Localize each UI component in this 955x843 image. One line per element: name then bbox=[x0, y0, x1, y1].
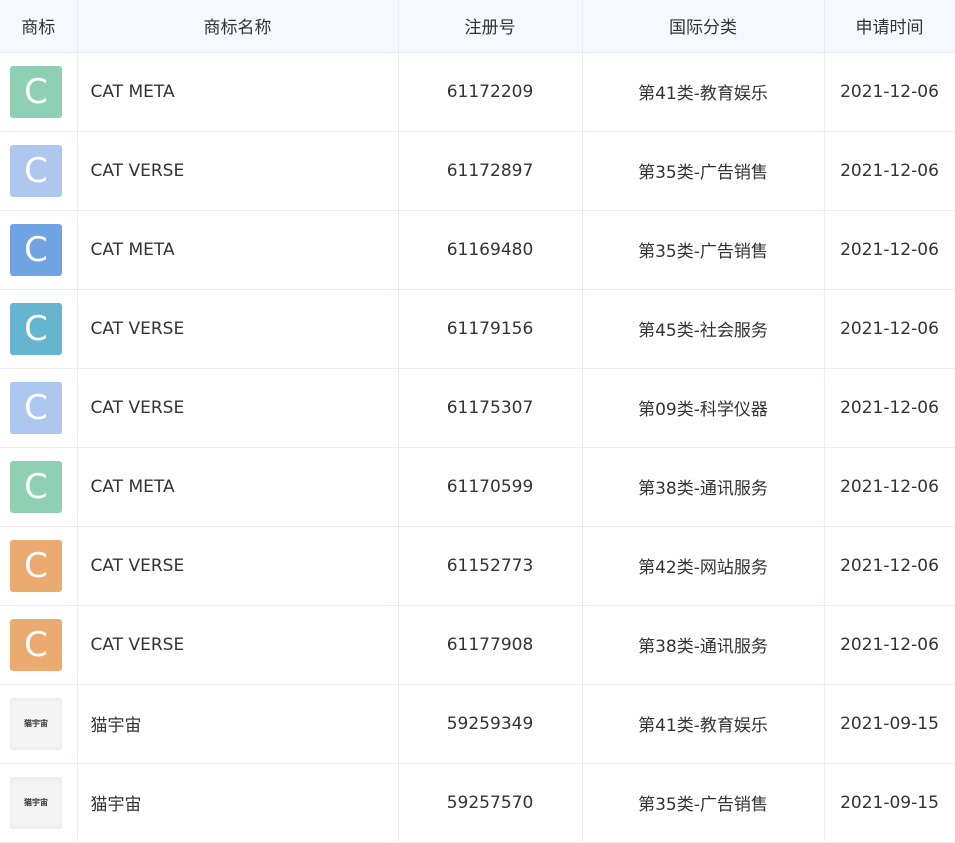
trademark-logo-icon[interactable]: C bbox=[10, 460, 62, 513]
logo-cell: 猫宇宙 bbox=[0, 763, 78, 843]
international-class: 第35类-广告销售 bbox=[582, 131, 825, 211]
trademark-name: CAT VERSE bbox=[77, 526, 399, 606]
application-date: 2021-12-06 bbox=[824, 605, 955, 685]
trademark-logo-icon[interactable]: C bbox=[10, 144, 62, 197]
table-body: C CAT META 61172209 第41类-教育娱乐 2021-12-06 C CAT… bbox=[0, 52, 955, 843]
international-class: 第42类-网站服务 bbox=[582, 526, 825, 606]
trademark-logo-icon[interactable]: C bbox=[10, 65, 62, 118]
logo-cell: C bbox=[0, 210, 78, 290]
application-date: 2021-12-06 bbox=[824, 210, 955, 290]
international-class: 第35类-广告销售 bbox=[582, 763, 825, 843]
registration-number: 61152773 bbox=[398, 526, 583, 606]
registration-number: 61172897 bbox=[398, 131, 583, 211]
table-row[interactable]: C CAT VERSE 61152773 第42类-网站服务 2021-12-06 bbox=[0, 526, 955, 606]
registration-number: 61170599 bbox=[398, 447, 583, 527]
table-row[interactable]: C CAT VERSE 61177908 第38类-通讯服务 2021-12-06 bbox=[0, 605, 955, 685]
international-class: 第38类-通讯服务 bbox=[582, 605, 825, 685]
registration-number: 61179156 bbox=[398, 289, 583, 369]
trademark-logo-icon[interactable]: C bbox=[10, 539, 62, 592]
trademark-name: CAT VERSE bbox=[77, 131, 399, 211]
application-date: 2021-12-06 bbox=[824, 368, 955, 448]
registration-number: 61169480 bbox=[398, 210, 583, 290]
trademark-logo-icon[interactable]: C bbox=[10, 223, 62, 276]
logo-cell: C bbox=[0, 52, 78, 132]
table-row[interactable]: C CAT META 61169480 第35类-广告销售 2021-12-06 bbox=[0, 210, 955, 290]
table-row[interactable]: C CAT VERSE 61175307 第09类-科学仪器 2021-12-06 bbox=[0, 368, 955, 448]
header-logo: 商标 bbox=[0, 0, 78, 53]
logo-cell: C bbox=[0, 289, 78, 369]
table-row[interactable]: C CAT VERSE 61179156 第45类-社会服务 2021-12-06 bbox=[0, 289, 955, 369]
trademark-logo-image[interactable]: 猫宇宙 bbox=[10, 776, 62, 829]
international-class: 第38类-通讯服务 bbox=[582, 447, 825, 527]
table-header: 商标 商标名称 注册号 国际分类 申请时间 bbox=[0, 0, 955, 53]
international-class: 第45类-社会服务 bbox=[582, 289, 825, 369]
trademark-logo-icon[interactable]: C bbox=[10, 381, 62, 434]
logo-cell: C bbox=[0, 447, 78, 527]
logo-cell: C bbox=[0, 131, 78, 211]
trademark-name: CAT VERSE bbox=[77, 368, 399, 448]
registration-number: 61177908 bbox=[398, 605, 583, 685]
table-row[interactable]: 猫宇宙 猫宇宙 59257570 第35类-广告销售 2021-09-15 bbox=[0, 763, 955, 843]
international-class: 第09类-科学仪器 bbox=[582, 368, 825, 448]
header-date: 申请时间 bbox=[824, 0, 955, 53]
trademark-table: 商标 商标名称 注册号 国际分类 申请时间 C CAT META 61172209 第… bbox=[0, 0, 955, 843]
table-row[interactable]: C CAT VERSE 61172897 第35类-广告销售 2021-12-06 bbox=[0, 131, 955, 211]
trademark-name: 猫宇宙 bbox=[77, 763, 399, 843]
trademark-logo-icon[interactable]: C bbox=[10, 618, 62, 671]
trademark-name: CAT META bbox=[77, 210, 399, 290]
application-date: 2021-12-06 bbox=[824, 447, 955, 527]
application-date: 2021-09-15 bbox=[824, 684, 955, 764]
trademark-name: CAT META bbox=[77, 447, 399, 527]
international-class: 第41类-教育娱乐 bbox=[582, 684, 825, 764]
table-row[interactable]: 猫宇宙 猫宇宙 59259349 第41类-教育娱乐 2021-09-15 bbox=[0, 684, 955, 764]
header-name: 商标名称 bbox=[77, 0, 399, 53]
international-class: 第41类-教育娱乐 bbox=[582, 52, 825, 132]
header-row: 商标 商标名称 注册号 国际分类 申请时间 bbox=[0, 0, 955, 53]
application-date: 2021-12-06 bbox=[824, 52, 955, 132]
application-date: 2021-09-15 bbox=[824, 763, 955, 843]
table-row[interactable]: C CAT META 61172209 第41类-教育娱乐 2021-12-06 bbox=[0, 52, 955, 132]
application-date: 2021-12-06 bbox=[824, 131, 955, 211]
trademark-logo-image[interactable]: 猫宇宙 bbox=[10, 697, 62, 750]
logo-cell: C bbox=[0, 526, 78, 606]
registration-number: 59257570 bbox=[398, 763, 583, 843]
application-date: 2021-12-06 bbox=[824, 289, 955, 369]
trademark-logo-icon[interactable]: C bbox=[10, 302, 62, 355]
registration-number: 61175307 bbox=[398, 368, 583, 448]
trademark-name: CAT VERSE bbox=[77, 289, 399, 369]
registration-number: 59259349 bbox=[398, 684, 583, 764]
application-date: 2021-12-06 bbox=[824, 526, 955, 606]
logo-cell: C bbox=[0, 368, 78, 448]
trademark-name: CAT META bbox=[77, 52, 399, 132]
international-class: 第35类-广告销售 bbox=[582, 210, 825, 290]
header-reg-no: 注册号 bbox=[398, 0, 583, 53]
logo-cell: 猫宇宙 bbox=[0, 684, 78, 764]
trademark-name: 猫宇宙 bbox=[77, 684, 399, 764]
trademark-name: CAT VERSE bbox=[77, 605, 399, 685]
table-row[interactable]: C CAT META 61170599 第38类-通讯服务 2021-12-06 bbox=[0, 447, 955, 527]
header-class: 国际分类 bbox=[582, 0, 825, 53]
logo-cell: C bbox=[0, 605, 78, 685]
registration-number: 61172209 bbox=[398, 52, 583, 132]
